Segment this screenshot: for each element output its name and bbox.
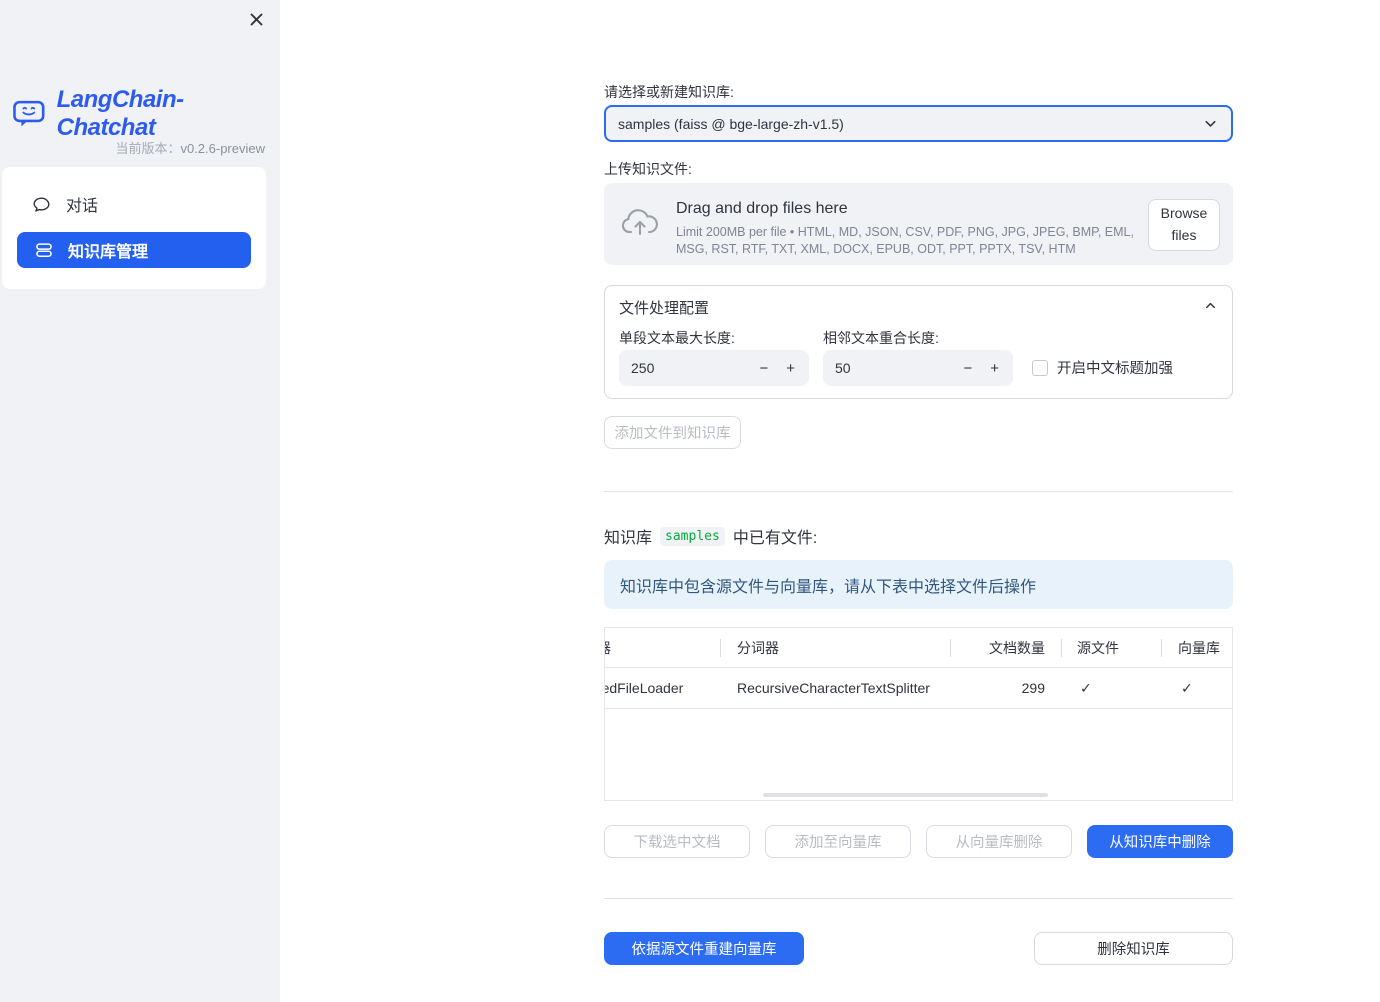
- column-header-source-file[interactable]: 源文件: [1077, 628, 1119, 667]
- cell-loader: UnstructuredFileLoader: [605, 680, 684, 696]
- zh-title-enhance-row: 开启中文标题加强: [1032, 357, 1173, 378]
- chunk-size-stepper[interactable]: 250 − +: [619, 350, 809, 386]
- version-line: 当前版本：v0.2.6-preview: [0, 138, 265, 157]
- close-icon: [250, 13, 262, 25]
- sidebar-close-button[interactable]: [245, 8, 267, 30]
- column-header-vector-store[interactable]: 向量库: [1178, 628, 1220, 667]
- minus-button[interactable]: −: [945, 360, 972, 377]
- file-dropzone[interactable]: Drag and drop files here Limit 200MB per…: [604, 183, 1233, 265]
- dropzone-limit: Limit 200MB per file • HTML, MD, JSON, C…: [676, 225, 1134, 256]
- column-separator: [1161, 639, 1162, 657]
- minus-button[interactable]: −: [741, 360, 768, 377]
- sidebar-item-label: 对话: [66, 198, 99, 215]
- column-separator: [720, 639, 721, 657]
- app-window: LangChain-Chatchat 当前版本：v0.2.6-preview 对…: [0, 0, 1380, 1002]
- divider: [604, 898, 1233, 899]
- delete-from-kb-button[interactable]: 从知识库中删除: [1087, 825, 1233, 858]
- cell-docs-count: 299: [1021, 680, 1045, 696]
- overlap-size-label: 相邻文本重合长度:: [823, 330, 939, 346]
- kb-select-label: 请选择或新建知识库:: [604, 84, 734, 100]
- sidebar-menu: 对话 知识库管理: [2, 167, 266, 289]
- cell-splitter: RecursiveCharacterTextSplitter: [737, 680, 930, 696]
- expander-header[interactable]: 文件处理配置: [605, 286, 1232, 322]
- sidebar-item-chat[interactable]: 对话: [2, 185, 266, 223]
- chevron-down-icon: [1205, 120, 1216, 127]
- version-value: v0.2.6-preview: [180, 141, 265, 156]
- cloud-upload-icon: [621, 209, 658, 236]
- download-selected-button[interactable]: 下载选中文档: [604, 825, 750, 858]
- kb-files-table: 文档加载器 分词器 文档数量 源文件 向量库 UnstructuredFileL…: [604, 627, 1233, 801]
- add-to-vector-store-button[interactable]: 添加至向量库: [765, 825, 911, 858]
- chat-bubble-icon: [33, 197, 50, 212]
- kb-select-value: samples (faiss @ bge-large-zh-v1.5): [618, 115, 844, 132]
- sidebar-item-label: 知识库管理: [68, 244, 149, 261]
- kb-files-suffix: 中已有文件:: [732, 530, 818, 547]
- table-header: 文档加载器 分词器 文档数量 源文件 向量库: [605, 628, 1232, 668]
- sidebar-item-kb-management[interactable]: 知识库管理: [17, 232, 251, 268]
- table-horizontal-scrollbar[interactable]: [763, 793, 1048, 797]
- zh-title-enhance-label: 开启中文标题加强: [1057, 361, 1173, 377]
- table-row[interactable]: UnstructuredFileLoader RecursiveCharacte…: [605, 668, 1232, 709]
- plus-button[interactable]: +: [972, 360, 999, 377]
- add-files-to-kb-button[interactable]: 添加文件到知识库: [604, 416, 741, 449]
- column-header-splitter[interactable]: 分词器: [737, 628, 779, 667]
- rebuild-vector-store-button[interactable]: 依据源文件重建向量库: [604, 932, 804, 965]
- plus-button[interactable]: +: [768, 360, 795, 377]
- kb-select[interactable]: samples (faiss @ bge-large-zh-v1.5): [604, 105, 1233, 142]
- zh-title-enhance-checkbox[interactable]: [1032, 359, 1048, 376]
- column-separator: [950, 639, 951, 657]
- chunk-size-value[interactable]: 250: [631, 360, 741, 376]
- logo-text: LangChain-Chatchat: [56, 86, 185, 141]
- cell-vector-check: ✓: [1181, 680, 1193, 696]
- divider: [604, 491, 1233, 492]
- dropzone-text: Drag and drop files here Limit 200MB per…: [676, 199, 1154, 256]
- column-header-docs-count[interactable]: 文档数量: [989, 628, 1045, 667]
- dropzone-title: Drag and drop files here: [676, 200, 848, 217]
- chunk-size-label: 单段文本最大长度:: [619, 330, 735, 346]
- overlap-size-value[interactable]: 50: [835, 360, 945, 376]
- kb-files-prefix: 知识库: [604, 530, 653, 547]
- expander-title: 文件处理配置: [619, 299, 710, 317]
- chevron-up-icon: [1206, 302, 1215, 309]
- cell-source-check: ✓: [1080, 680, 1092, 696]
- upload-label: 上传知识文件:: [604, 161, 692, 177]
- kb-list-icon: [36, 243, 52, 257]
- info-alert: 知识库中包含源文件与向量库，请从下表中选择文件后操作: [604, 560, 1233, 609]
- column-separator: [1061, 639, 1062, 657]
- kb-files-heading: 知识库 samples 中已有文件:: [604, 524, 817, 548]
- column-header-loader[interactable]: 文档加载器: [605, 628, 611, 667]
- file-config-expander: 文件处理配置 单段文本最大长度: 250 − + 相邻文本重合长度: 50 − …: [604, 285, 1233, 399]
- delete-knowledge-base-button[interactable]: 删除知识库: [1034, 932, 1233, 965]
- logo-chat-smiley-icon: [13, 100, 45, 126]
- delete-from-vector-store-button[interactable]: 从向量库删除: [926, 825, 1072, 858]
- sidebar: LangChain-Chatchat 当前版本：v0.2.6-preview 对…: [0, 0, 280, 1002]
- overlap-size-stepper[interactable]: 50 − +: [823, 350, 1013, 386]
- version-label: 当前版本：: [115, 141, 181, 156]
- app-logo: LangChain-Chatchat: [12, 86, 280, 142]
- kb-name-code: samples: [660, 526, 725, 546]
- browse-files-button[interactable]: Browse files: [1148, 199, 1220, 251]
